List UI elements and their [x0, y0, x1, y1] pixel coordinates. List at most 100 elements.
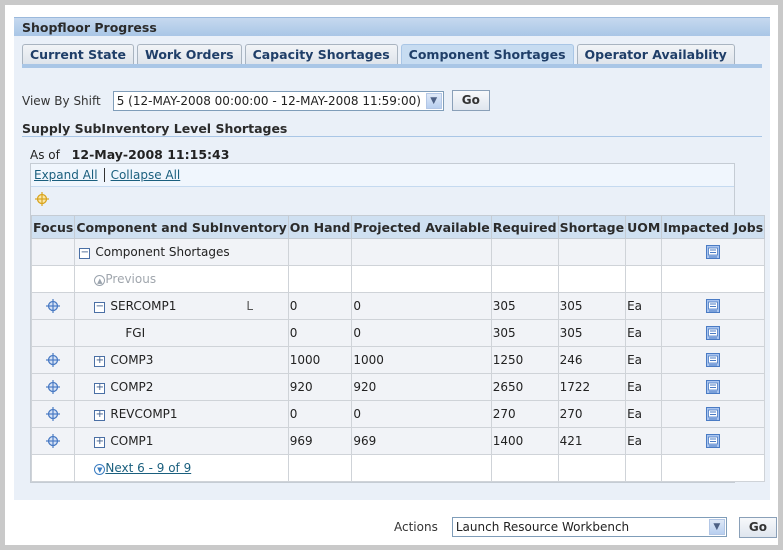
on-hand: 0 [287, 292, 353, 320]
col-on-hand[interactable]: On Hand [287, 215, 353, 239]
stray-mark: L [246, 299, 254, 313]
shortage: 270 [557, 400, 627, 428]
as-of: As of 12-May-2008 11:15:43 [30, 147, 229, 162]
chevron-down-icon[interactable]: ▼ [425, 92, 442, 109]
shift-select[interactable]: 5 (12-MAY-2008 00:00:00 - 12-MAY-2008 11… [112, 90, 444, 111]
table-header-row: Focus Component and SubInventory On Hand… [30, 215, 766, 239]
on-hand: 920 [287, 373, 353, 401]
tab-current-state[interactable]: Current State [22, 44, 134, 65]
previous-icon: ▲ [94, 275, 106, 286]
page-header: Shopfloor Progress [14, 17, 770, 36]
previous-row: ▲ Previous [30, 265, 766, 293]
impacted-jobs-icon[interactable] [706, 434, 721, 449]
focus-icon[interactable] [46, 353, 61, 368]
focus-icon[interactable] [46, 434, 61, 449]
section-title: Supply SubInventory Level Shortages [22, 121, 762, 137]
tree-controls: Expand All Collapse All [31, 164, 734, 187]
collapse-icon[interactable]: − [94, 302, 106, 313]
component-name: COMP1 [110, 434, 154, 448]
as-of-value: 12-May-2008 11:15:43 [71, 147, 230, 162]
table-row: + REVCOMP1 0 0 270 270 Ea [30, 400, 766, 428]
tab-bar: Current State Work Orders Capacity Short… [22, 44, 738, 65]
uom: Ea [625, 400, 663, 428]
focus-icon[interactable] [46, 407, 61, 422]
component-name: SERCOMP1 [110, 299, 177, 313]
expand-icon[interactable]: + [94, 356, 106, 367]
col-projected-available[interactable]: Projected Available [351, 215, 492, 239]
next-icon[interactable]: ▼ [94, 464, 106, 475]
table-row: + COMP1 969 969 1400 421 Ea [30, 427, 766, 455]
projected-available: 969 [351, 427, 492, 455]
on-hand: 0 [287, 319, 353, 347]
shortage: 305 [557, 292, 627, 320]
table-row: + COMP3 1000 1000 1250 246 Ea [30, 346, 766, 374]
component-name: COMP3 [110, 353, 154, 367]
focus-root-row [31, 187, 734, 215]
uom: Ea [625, 427, 663, 455]
focus-icon[interactable] [46, 299, 61, 314]
next-row: ▼ Next 6 - 9 of 9 [30, 454, 766, 482]
col-focus: Focus [30, 215, 76, 239]
col-uom: UOM [625, 215, 663, 239]
shift-go-button[interactable]: Go [451, 90, 490, 111]
expand-all-link[interactable]: Expand All [34, 168, 98, 182]
as-of-label: As of [30, 148, 60, 162]
actions-bar: Actions Launch Resource Workbench ▼ Go [394, 516, 777, 538]
actions-select[interactable]: Launch Resource Workbench ▼ [451, 517, 727, 537]
shortage: 246 [557, 346, 627, 374]
tab-capacity-shortages[interactable]: Capacity Shortages [244, 44, 398, 65]
page-title: Shopfloor Progress [22, 20, 157, 35]
focus-root-icon[interactable] [35, 191, 49, 206]
col-impacted-jobs: Impacted Jobs [661, 215, 766, 239]
tab-work-orders[interactable]: Work Orders [136, 44, 242, 65]
on-hand: 0 [287, 400, 353, 428]
previous-link: Previous [105, 272, 157, 286]
actions-label: Actions [394, 520, 438, 534]
on-hand: 969 [287, 427, 353, 455]
chevron-down-icon[interactable]: ▼ [708, 519, 725, 535]
component-name: REVCOMP1 [110, 407, 178, 421]
next-link[interactable]: Next 6 - 9 of 9 [105, 461, 191, 475]
tab-component-shortages[interactable]: Component Shortages [400, 44, 574, 65]
impacted-jobs-icon[interactable] [706, 299, 721, 314]
impacted-jobs-icon[interactable] [706, 245, 721, 260]
required: 2650 [490, 373, 559, 401]
uom: Ea [625, 346, 663, 374]
col-shortage[interactable]: Shortage [557, 215, 627, 239]
required: 270 [490, 400, 559, 428]
expand-icon[interactable]: + [94, 437, 106, 448]
shortages-tree-table: Expand All Collapse All Focus Component a… [30, 163, 766, 483]
shortage: 421 [557, 427, 627, 455]
uom: Ea [625, 373, 663, 401]
divider [103, 168, 105, 182]
tab-operator-availability[interactable]: Operator Availablity [576, 44, 735, 65]
shortage: 1722 [557, 373, 627, 401]
actions-select-value: Launch Resource Workbench [455, 520, 630, 534]
table-row: FGI 0 0 305 305 Ea [30, 319, 766, 347]
collapse-icon[interactable]: − [79, 248, 91, 259]
data-table: Focus Component and SubInventory On Hand… [30, 215, 766, 482]
actions-go-button[interactable]: Go [738, 516, 777, 538]
projected-available: 0 [351, 319, 492, 347]
required: 1400 [490, 427, 559, 455]
impacted-jobs-icon[interactable] [706, 380, 721, 395]
projected-available: 0 [351, 400, 492, 428]
required: 305 [490, 292, 559, 320]
expand-icon[interactable]: + [94, 383, 106, 394]
col-required[interactable]: Required [490, 215, 559, 239]
component-name: FGI [125, 326, 146, 340]
component-name: COMP2 [110, 380, 154, 394]
col-component: Component and SubInventory [74, 215, 289, 239]
expand-icon[interactable]: + [94, 410, 106, 421]
tab-underline [22, 64, 762, 68]
shift-select-value: 5 (12-MAY-2008 00:00:00 - 12-MAY-2008 11… [116, 93, 421, 108]
collapse-all-link[interactable]: Collapse All [111, 168, 181, 182]
impacted-jobs-icon[interactable] [706, 326, 721, 341]
table-row: + COMP2 920 920 2650 1722 Ea [30, 373, 766, 401]
uom: Ea [625, 319, 663, 347]
impacted-jobs-icon[interactable] [706, 407, 721, 422]
focus-icon[interactable] [46, 380, 61, 395]
projected-available: 920 [351, 373, 492, 401]
shortage: 305 [557, 319, 627, 347]
impacted-jobs-icon[interactable] [706, 353, 721, 368]
